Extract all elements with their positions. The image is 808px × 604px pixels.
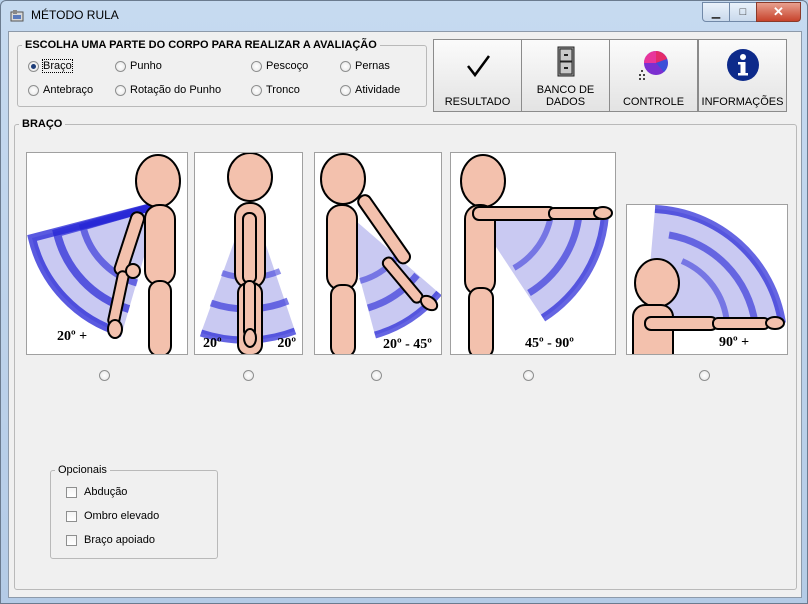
checkbox-icon[interactable] <box>66 486 77 498</box>
radio-button-icon[interactable] <box>251 84 262 96</box>
app-window: MÉTODO RULA ▁ □ ✕ ESCOLHA UMA PARTE DO C… <box>0 0 808 604</box>
angle-label: 45º - 90º <box>525 336 574 351</box>
radio-button-icon[interactable] <box>28 84 39 96</box>
checkbox-abducao[interactable]: Abdução <box>66 486 127 498</box>
close-icon: ✕ <box>773 4 784 19</box>
braco-panel-legend: BRAÇO <box>22 118 63 130</box>
radio-tronco[interactable]: Tronco <box>251 84 300 96</box>
window-title: MÉTODO RULA <box>31 8 119 22</box>
angle-label: 20º - 45º <box>383 337 432 352</box>
banco-de-dados-button[interactable]: BANCO DE DADOS <box>521 39 610 112</box>
maximize-icon: □ <box>739 6 747 18</box>
radio-label: Pescoço <box>266 60 309 72</box>
radio-button-icon[interactable] <box>115 60 126 72</box>
posture-image-20-20[interactable]: 20º 20º <box>194 152 303 355</box>
angle-label-left: 20º <box>203 336 222 351</box>
radio-braco[interactable]: Braço <box>28 59 73 73</box>
posture-image-20-45[interactable]: 20º - 45º <box>314 152 442 355</box>
checkbox-icon[interactable] <box>66 534 77 546</box>
radio-label: Atividade <box>355 84 401 96</box>
posture-image-90-plus[interactable]: 90º + <box>626 204 788 355</box>
radio-button-icon[interactable] <box>340 84 351 96</box>
radio-atividade[interactable]: Atividade <box>340 84 400 96</box>
minimize-button[interactable]: ▁ <box>702 2 730 22</box>
checkbox-label: Abdução <box>84 486 128 498</box>
radio-button-icon[interactable] <box>251 60 262 72</box>
arm-20-45-illustration <box>320 153 441 354</box>
resultado-label: RESULTADO <box>444 96 511 108</box>
info-icon <box>726 49 759 81</box>
radio-rotacao-punho[interactable]: Rotação do Punho <box>115 84 221 96</box>
checkbox-braco-apoiado[interactable]: Braço apoiado <box>66 534 155 546</box>
radio-label: Tronco <box>266 84 300 96</box>
radio-button-icon[interactable] <box>115 84 126 96</box>
radio-antebraco[interactable]: Antebraço <box>28 84 93 96</box>
posture-radio-90-plus[interactable] <box>699 370 710 381</box>
angle-label: 20º + <box>57 329 88 344</box>
posture-radio-20-20[interactable] <box>243 370 254 381</box>
radio-pescoco[interactable]: Pescoço <box>251 60 308 72</box>
checkbox-ombro-elevado[interactable]: Ombro elevado <box>66 510 159 522</box>
radio-punho[interactable]: Punho <box>115 60 162 72</box>
title-bar[interactable]: MÉTODO RULA ▁ □ ✕ <box>1 1 807 31</box>
banco-line1: BANCO DE <box>536 84 595 96</box>
angle-label-right: 20º <box>277 336 296 351</box>
posture-radio-45-90[interactable] <box>523 370 534 381</box>
close-button[interactable]: ✕ <box>756 2 801 22</box>
pie-chart-icon <box>638 51 668 80</box>
radio-button-icon[interactable] <box>28 60 39 72</box>
checkmark-icon <box>466 55 490 78</box>
radio-label: Pernas <box>355 60 390 72</box>
client-area: ESCOLHA UMA PARTE DO CORPO PARA REALIZAR… <box>8 31 802 598</box>
posture-radio-20-plus[interactable] <box>99 370 110 381</box>
arm-neutral-illustration <box>199 153 297 354</box>
controle-button[interactable]: CONTROLE <box>609 39 698 112</box>
resultado-button[interactable]: RESULTADO <box>433 39 522 112</box>
radio-label: Braço <box>42 59 73 73</box>
checkbox-label: Braço apoiado <box>84 534 155 546</box>
arm-extension-illustration <box>27 154 181 354</box>
radio-label: Antebraço <box>43 84 94 96</box>
informacoes-button[interactable]: INFORMAÇÕES <box>698 39 787 112</box>
informacoes-label: INFORMAÇÕES <box>701 96 784 108</box>
banco-line2: DADOS <box>545 96 586 108</box>
controle-label: CONTROLE <box>622 96 685 108</box>
body-part-group-legend: ESCOLHA UMA PARTE DO CORPO PARA REALIZAR… <box>25 39 377 51</box>
body-part-group: ESCOLHA UMA PARTE DO CORPO PARA REALIZAR… <box>17 39 427 107</box>
arm-45-90-illustration <box>460 154 613 354</box>
radio-button-icon[interactable] <box>340 60 351 72</box>
radio-pernas[interactable]: Pernas <box>340 60 390 72</box>
arm-90-plus-illustration <box>632 205 786 354</box>
app-icon <box>10 10 24 22</box>
posture-radio-20-45[interactable] <box>371 370 382 381</box>
angle-label: 90º + <box>719 335 750 350</box>
minimize-icon: ▁ <box>711 6 721 19</box>
checkbox-icon[interactable] <box>66 510 77 522</box>
radio-label: Rotação do Punho <box>130 84 222 96</box>
radio-label: Punho <box>130 60 162 72</box>
posture-image-20-plus[interactable]: 20º + <box>26 152 188 355</box>
filing-cabinet-icon <box>557 46 574 77</box>
checkbox-label: Ombro elevado <box>84 510 160 522</box>
maximize-button[interactable]: □ <box>729 2 757 22</box>
posture-image-45-90[interactable]: 45º - 90º <box>450 152 616 355</box>
opcionais-legend: Opcionais <box>58 464 107 476</box>
